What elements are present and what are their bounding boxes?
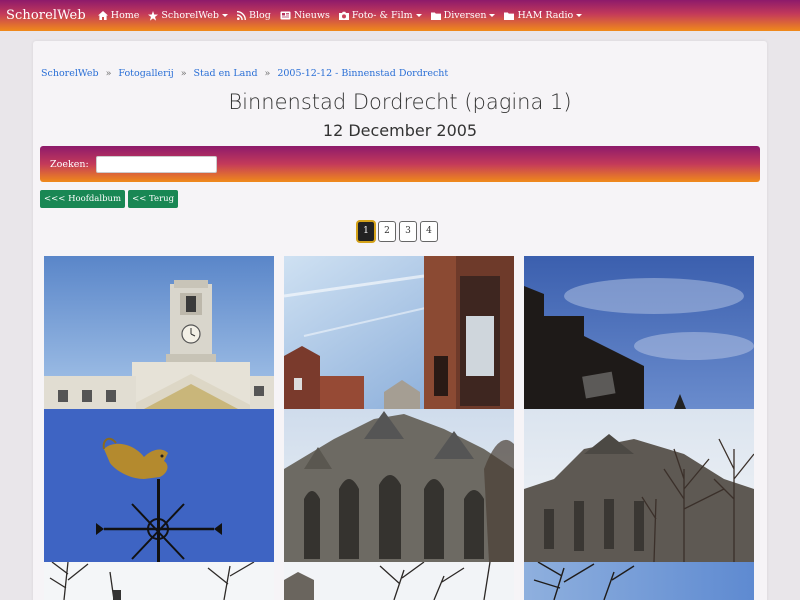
breadcrumb-separator: » — [264, 68, 271, 79]
breadcrumb: SchorelWeb » Fotogallerij » Stad en Land… — [41, 68, 448, 79]
nav-item-label: Nieuws — [293, 10, 330, 21]
breadcrumb-link-album[interactable]: 2005-12-12 - Binnenstad Dordrecht — [277, 68, 448, 79]
church-branches-image — [284, 562, 514, 600]
brand-link[interactable]: SchorelWeb — [6, 8, 86, 23]
nav-item-label: SchorelWeb — [161, 10, 219, 21]
chevron-down-icon — [576, 14, 583, 17]
nav-item-label: Blog — [248, 10, 271, 21]
album-nav-buttons: <<< Hoofdalbum << Terug — [40, 190, 179, 208]
gallery-thumbnail[interactable] — [284, 562, 514, 600]
top-navbar: SchorelWeb Home SchorelWeb Blog Nieuws F… — [0, 0, 800, 31]
nav-item-ham-radio[interactable]: HAM Radio — [504, 10, 583, 21]
breadcrumb-link-schorelweb[interactable]: SchorelWeb — [41, 68, 99, 79]
nav-item-label: HAM Radio — [517, 10, 574, 21]
star-icon — [148, 10, 159, 21]
bare-tree-lamp-image — [44, 562, 274, 600]
pagination: 1 2 3 4 — [357, 221, 438, 242]
back-button[interactable]: << Terug — [128, 190, 179, 208]
gallery-thumbnail[interactable] — [44, 562, 274, 600]
breadcrumb-separator: » — [105, 68, 112, 79]
camera-icon — [338, 11, 349, 20]
gothic-church-facade-image — [284, 409, 514, 562]
gallery-thumbnail[interactable] — [284, 256, 514, 409]
breadcrumb-separator: » — [180, 68, 187, 79]
nav-item-blog[interactable]: Blog — [236, 10, 271, 21]
gallery-thumbnail[interactable] — [524, 562, 754, 600]
nav-item-label: Home — [110, 10, 140, 21]
page-link-4[interactable]: 4 — [420, 221, 438, 242]
town-hall-clock-tower-image — [44, 256, 274, 409]
page-title: Binnenstad Dordrecht (pagina 1) — [228, 90, 572, 114]
chevron-down-icon — [415, 14, 422, 17]
nav-item-schorelweb[interactable]: SchorelWeb — [148, 10, 228, 21]
gallery-thumbnail[interactable] — [524, 256, 754, 409]
search-input[interactable] — [95, 155, 217, 173]
gallery-thumbnail[interactable] — [284, 409, 514, 562]
tree-blue-sky-image — [524, 562, 754, 600]
nav-item-nieuws[interactable]: Nieuws — [280, 10, 330, 21]
gallery-thumbnail[interactable] — [44, 409, 274, 562]
nav-item-label: Foto- & Film — [351, 10, 413, 21]
folder-icon — [430, 12, 441, 20]
page-link-1[interactable]: 1 — [357, 221, 375, 242]
main-album-button[interactable]: <<< Hoofdalbum — [40, 190, 126, 208]
nav-item-foto-film[interactable]: Foto- & Film — [338, 10, 422, 21]
folder-icon — [504, 12, 515, 20]
search-bar: Zoeken: — [40, 146, 760, 182]
newspaper-icon — [280, 11, 291, 20]
gallery-thumbnail[interactable] — [524, 409, 754, 562]
chevron-down-icon — [221, 14, 228, 17]
chevron-down-icon — [489, 14, 496, 17]
breadcrumb-link-fotogallerij[interactable]: Fotogallerij — [118, 68, 173, 79]
breadcrumb-link-stad-en-land[interactable]: Stad en Land — [194, 68, 258, 79]
nav-item-diversen[interactable]: Diversen — [430, 10, 496, 21]
page-subtitle: 12 December 2005 — [322, 121, 478, 140]
search-label: Zoeken: — [50, 158, 89, 170]
page-link-3[interactable]: 3 — [399, 221, 417, 242]
dark-building-blue-sky-image — [524, 256, 754, 409]
nav-item-label: Diversen — [443, 10, 487, 21]
gallery-thumbnail[interactable] — [44, 256, 274, 409]
rss-icon — [236, 11, 246, 20]
home-icon — [97, 11, 108, 20]
nav-item-home[interactable]: Home — [97, 10, 140, 21]
church-bare-trees-image — [524, 409, 754, 562]
golden-rooster-weathervane-image — [44, 409, 274, 562]
page-link-2[interactable]: 2 — [378, 221, 396, 242]
brick-houses-sky-image — [284, 256, 514, 409]
